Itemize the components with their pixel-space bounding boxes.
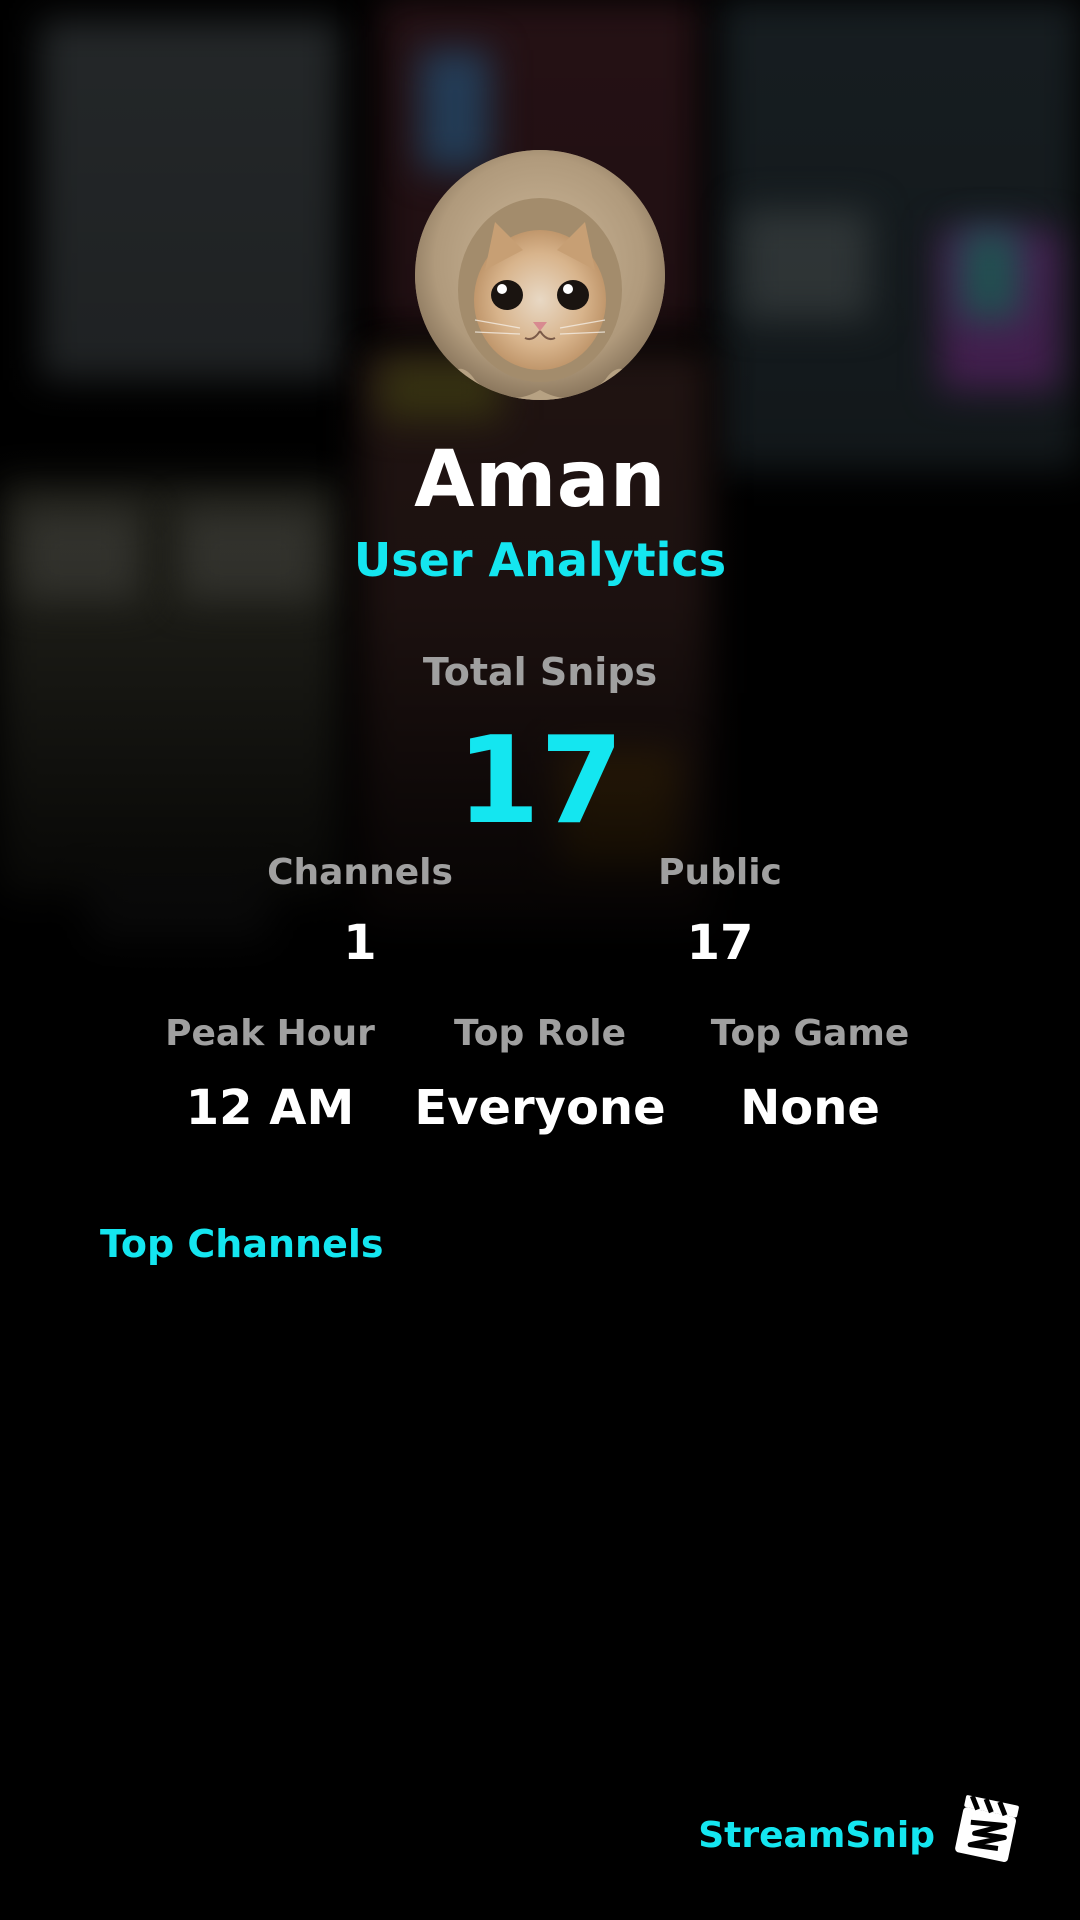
top-channels-heading: Top Channels — [100, 1222, 384, 1266]
total-snips-value: 17 — [456, 712, 624, 851]
top-game-stat: Top Game None — [670, 1013, 950, 1136]
public-value: 17 — [686, 915, 754, 971]
top-role-value: Everyone — [414, 1080, 666, 1136]
page-subtitle: User Analytics — [353, 533, 727, 587]
public-stat: Public 17 — [580, 852, 860, 971]
cat-avatar-icon — [415, 150, 665, 400]
clapperboard-logo-icon — [950, 1790, 1026, 1866]
user-name: Aman — [414, 435, 666, 525]
channels-label: Channels — [267, 852, 453, 893]
top-role-stat: Top Role Everyone — [400, 1013, 680, 1136]
total-snips-label: Total Snips — [422, 650, 658, 694]
channels-value: 1 — [343, 915, 377, 971]
channels-stat: Channels 1 — [220, 852, 500, 971]
public-label: Public — [658, 852, 782, 893]
peak-hour-value: 12 AM — [185, 1080, 355, 1136]
avatar — [415, 150, 665, 400]
peak-hour-stat: Peak Hour 12 AM — [130, 1013, 410, 1136]
brand-name: StreamSnip — [698, 1815, 935, 1856]
top-game-value: None — [740, 1080, 880, 1136]
top-game-label: Top Game — [710, 1013, 910, 1054]
top-role-label: Top Role — [453, 1013, 627, 1054]
peak-hour-label: Peak Hour — [165, 1013, 375, 1054]
